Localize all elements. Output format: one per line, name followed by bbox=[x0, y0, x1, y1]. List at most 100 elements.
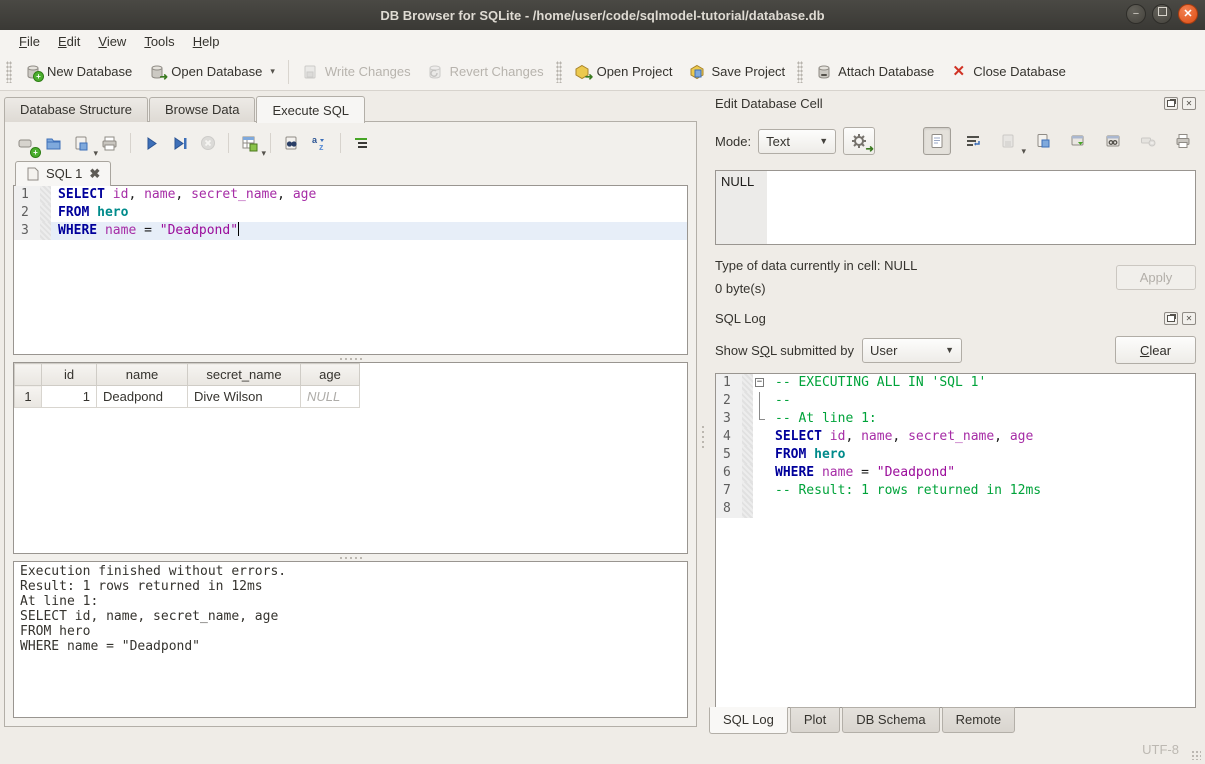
auto-apply-button[interactable]: ➜ bbox=[843, 127, 875, 155]
resize-grip[interactable] bbox=[1191, 750, 1201, 760]
text-cursor bbox=[238, 222, 239, 236]
mode-select[interactable]: Text▼ bbox=[758, 129, 836, 154]
menu-item-view[interactable]: View bbox=[89, 31, 135, 52]
close-database-button[interactable]: ✕ Close Database bbox=[942, 58, 1074, 85]
table-row[interactable]: 11DeadpondDive WilsonNULL bbox=[15, 386, 360, 408]
close-panel-icon[interactable]: ✕ bbox=[1182, 97, 1196, 110]
open-database-dropdown-icon[interactable]: ▾ bbox=[270, 66, 275, 77]
clear-log-button[interactable]: Clear bbox=[1115, 336, 1196, 364]
execute-all-icon[interactable] bbox=[139, 131, 164, 156]
apply-button[interactable]: Apply bbox=[1116, 265, 1196, 290]
execute-line-icon[interactable] bbox=[167, 131, 192, 156]
sql-tab[interactable]: SQL 1 ✖ bbox=[15, 161, 111, 186]
save-results-icon[interactable]: ▾ bbox=[237, 131, 262, 156]
float-panel-icon[interactable] bbox=[1164, 312, 1178, 325]
toolbar-drag-handle[interactable] bbox=[6, 61, 12, 83]
splitter-handle[interactable] bbox=[13, 554, 688, 561]
dock-tab-remote[interactable]: Remote bbox=[942, 707, 1016, 733]
close-panel-icon[interactable]: ✕ bbox=[1182, 312, 1196, 325]
code-line[interactable]: 1SELECT id, name, secret_name, age bbox=[14, 186, 687, 204]
encoding-indicator[interactable]: UTF-8 bbox=[1142, 742, 1179, 757]
new-database-button[interactable]: + New Database bbox=[16, 58, 140, 85]
corner-header[interactable] bbox=[15, 364, 42, 386]
sql-editor[interactable]: 1SELECT id, name, secret_name, age2FROM … bbox=[13, 185, 688, 355]
column-header-name[interactable]: name bbox=[97, 364, 188, 386]
print-icon[interactable] bbox=[97, 131, 122, 156]
log-filter-label: Show SQL submitted by bbox=[715, 343, 854, 358]
format-sql-icon[interactable]: az bbox=[307, 131, 332, 156]
table-cell[interactable]: Deadpond bbox=[97, 386, 188, 408]
save-sql-file-icon[interactable]: ▾ bbox=[69, 131, 94, 156]
auto-indent-icon[interactable] bbox=[349, 131, 374, 156]
code-line[interactable]: 5FROM hero bbox=[716, 446, 1195, 464]
find-icon[interactable] bbox=[279, 131, 304, 156]
open-external-icon[interactable] bbox=[1065, 128, 1091, 154]
column-header-age[interactable]: age bbox=[301, 364, 360, 386]
code-line[interactable]: 3WHERE name = "Deadpond" bbox=[14, 222, 687, 240]
set-null-icon[interactable] bbox=[1135, 128, 1161, 154]
attach-database-button[interactable]: Attach Database bbox=[807, 58, 942, 85]
tab-execute-sql[interactable]: Execute SQL bbox=[256, 96, 365, 123]
chevron-down-icon: ▼ bbox=[819, 136, 828, 146]
table-cell[interactable]: NULL bbox=[301, 386, 360, 408]
fold-marker[interactable]: − bbox=[753, 374, 768, 392]
tab-browse-data[interactable]: Browse Data bbox=[149, 97, 255, 122]
cell-editor-toolbar: ▾ bbox=[923, 127, 1196, 155]
menu-item-edit[interactable]: Edit bbox=[49, 31, 89, 52]
copy-link-icon[interactable] bbox=[1100, 128, 1126, 154]
save-project-button[interactable]: Save Project bbox=[680, 58, 793, 85]
open-project-button[interactable]: ➜ Open Project bbox=[566, 58, 681, 85]
title-bar[interactable]: DB Browser for SQLite - /home/user/code/… bbox=[0, 0, 1205, 31]
menu-item-help[interactable]: Help bbox=[184, 31, 229, 52]
sql-log-view[interactable]: 1−-- EXECUTING ALL IN 'SQL 1'2--3-- At l… bbox=[715, 373, 1196, 708]
code-line[interactable]: 2FROM hero bbox=[14, 204, 687, 222]
menu-item-file[interactable]: File bbox=[10, 31, 49, 52]
sql-log-header: SQL Log ✕ bbox=[715, 309, 1196, 327]
dock-tab-sql-log[interactable]: SQL Log bbox=[709, 707, 788, 734]
column-header-secret_name[interactable]: secret_name bbox=[188, 364, 301, 386]
row-header[interactable]: 1 bbox=[15, 386, 42, 408]
write-changes-button[interactable]: Write Changes bbox=[294, 58, 419, 85]
window-controls: − ✕ bbox=[1126, 4, 1198, 24]
code-line[interactable]: 7-- Result: 1 rows returned in 12ms bbox=[716, 482, 1195, 500]
code-line[interactable]: 4SELECT id, name, secret_name, age bbox=[716, 428, 1195, 446]
stop-execution-icon[interactable] bbox=[195, 131, 220, 156]
print-cell-icon[interactable] bbox=[1170, 128, 1196, 154]
table-cell[interactable]: Dive Wilson bbox=[188, 386, 301, 408]
cell-value-editor[interactable]: NULL bbox=[715, 170, 1196, 245]
text-mode-icon[interactable] bbox=[923, 127, 951, 155]
log-filter-select[interactable]: User▼ bbox=[862, 338, 962, 363]
main-tab-bar: Database StructureBrowse DataExecute SQL bbox=[4, 95, 366, 122]
menu-item-tools[interactable]: Tools bbox=[135, 31, 183, 52]
code-line[interactable]: 6WHERE name = "Deadpond" bbox=[716, 464, 1195, 482]
export-data-icon[interactable] bbox=[1030, 128, 1056, 154]
tab-database-structure[interactable]: Database Structure bbox=[4, 97, 148, 122]
dock-tab-plot[interactable]: Plot bbox=[790, 707, 840, 733]
line-number: 1 bbox=[14, 186, 40, 204]
maximize-icon[interactable] bbox=[1152, 4, 1172, 24]
code-line[interactable]: 8 bbox=[716, 500, 1195, 518]
import-data-icon[interactable]: ▾ bbox=[995, 128, 1021, 154]
close-sql-tab-icon[interactable]: ✖ bbox=[89, 168, 100, 180]
new-sql-tab-icon[interactable]: + bbox=[13, 131, 38, 156]
float-panel-icon[interactable] bbox=[1164, 97, 1178, 110]
word-wrap-icon[interactable] bbox=[960, 128, 986, 154]
dock-tab-bar: SQL LogPlotDB SchemaRemote bbox=[709, 708, 1196, 735]
code-line[interactable]: 1−-- EXECUTING ALL IN 'SQL 1' bbox=[716, 374, 1195, 392]
open-database-button[interactable]: ➜ Open Database ▾ bbox=[140, 58, 283, 85]
dock-tab-db-schema[interactable]: DB Schema bbox=[842, 707, 939, 733]
revert-changes-button[interactable]: Revert Changes bbox=[419, 58, 552, 85]
minimize-icon[interactable]: − bbox=[1126, 4, 1146, 24]
table-cell[interactable]: 1 bbox=[42, 386, 97, 408]
open-sql-file-icon[interactable] bbox=[41, 131, 66, 156]
edit-cell-header: Edit Database Cell ✕ bbox=[715, 94, 1196, 112]
code-line[interactable]: 2-- bbox=[716, 392, 1195, 410]
vertical-splitter[interactable] bbox=[699, 420, 706, 454]
new-database-icon: + bbox=[24, 63, 41, 80]
code-line[interactable]: 3-- At line 1: bbox=[716, 410, 1195, 428]
line-number: 2 bbox=[716, 392, 742, 410]
splitter-handle[interactable] bbox=[13, 355, 688, 362]
close-icon[interactable]: ✕ bbox=[1178, 4, 1198, 24]
column-header-id[interactable]: id bbox=[42, 364, 97, 386]
open-database-icon: ➜ bbox=[148, 63, 165, 80]
